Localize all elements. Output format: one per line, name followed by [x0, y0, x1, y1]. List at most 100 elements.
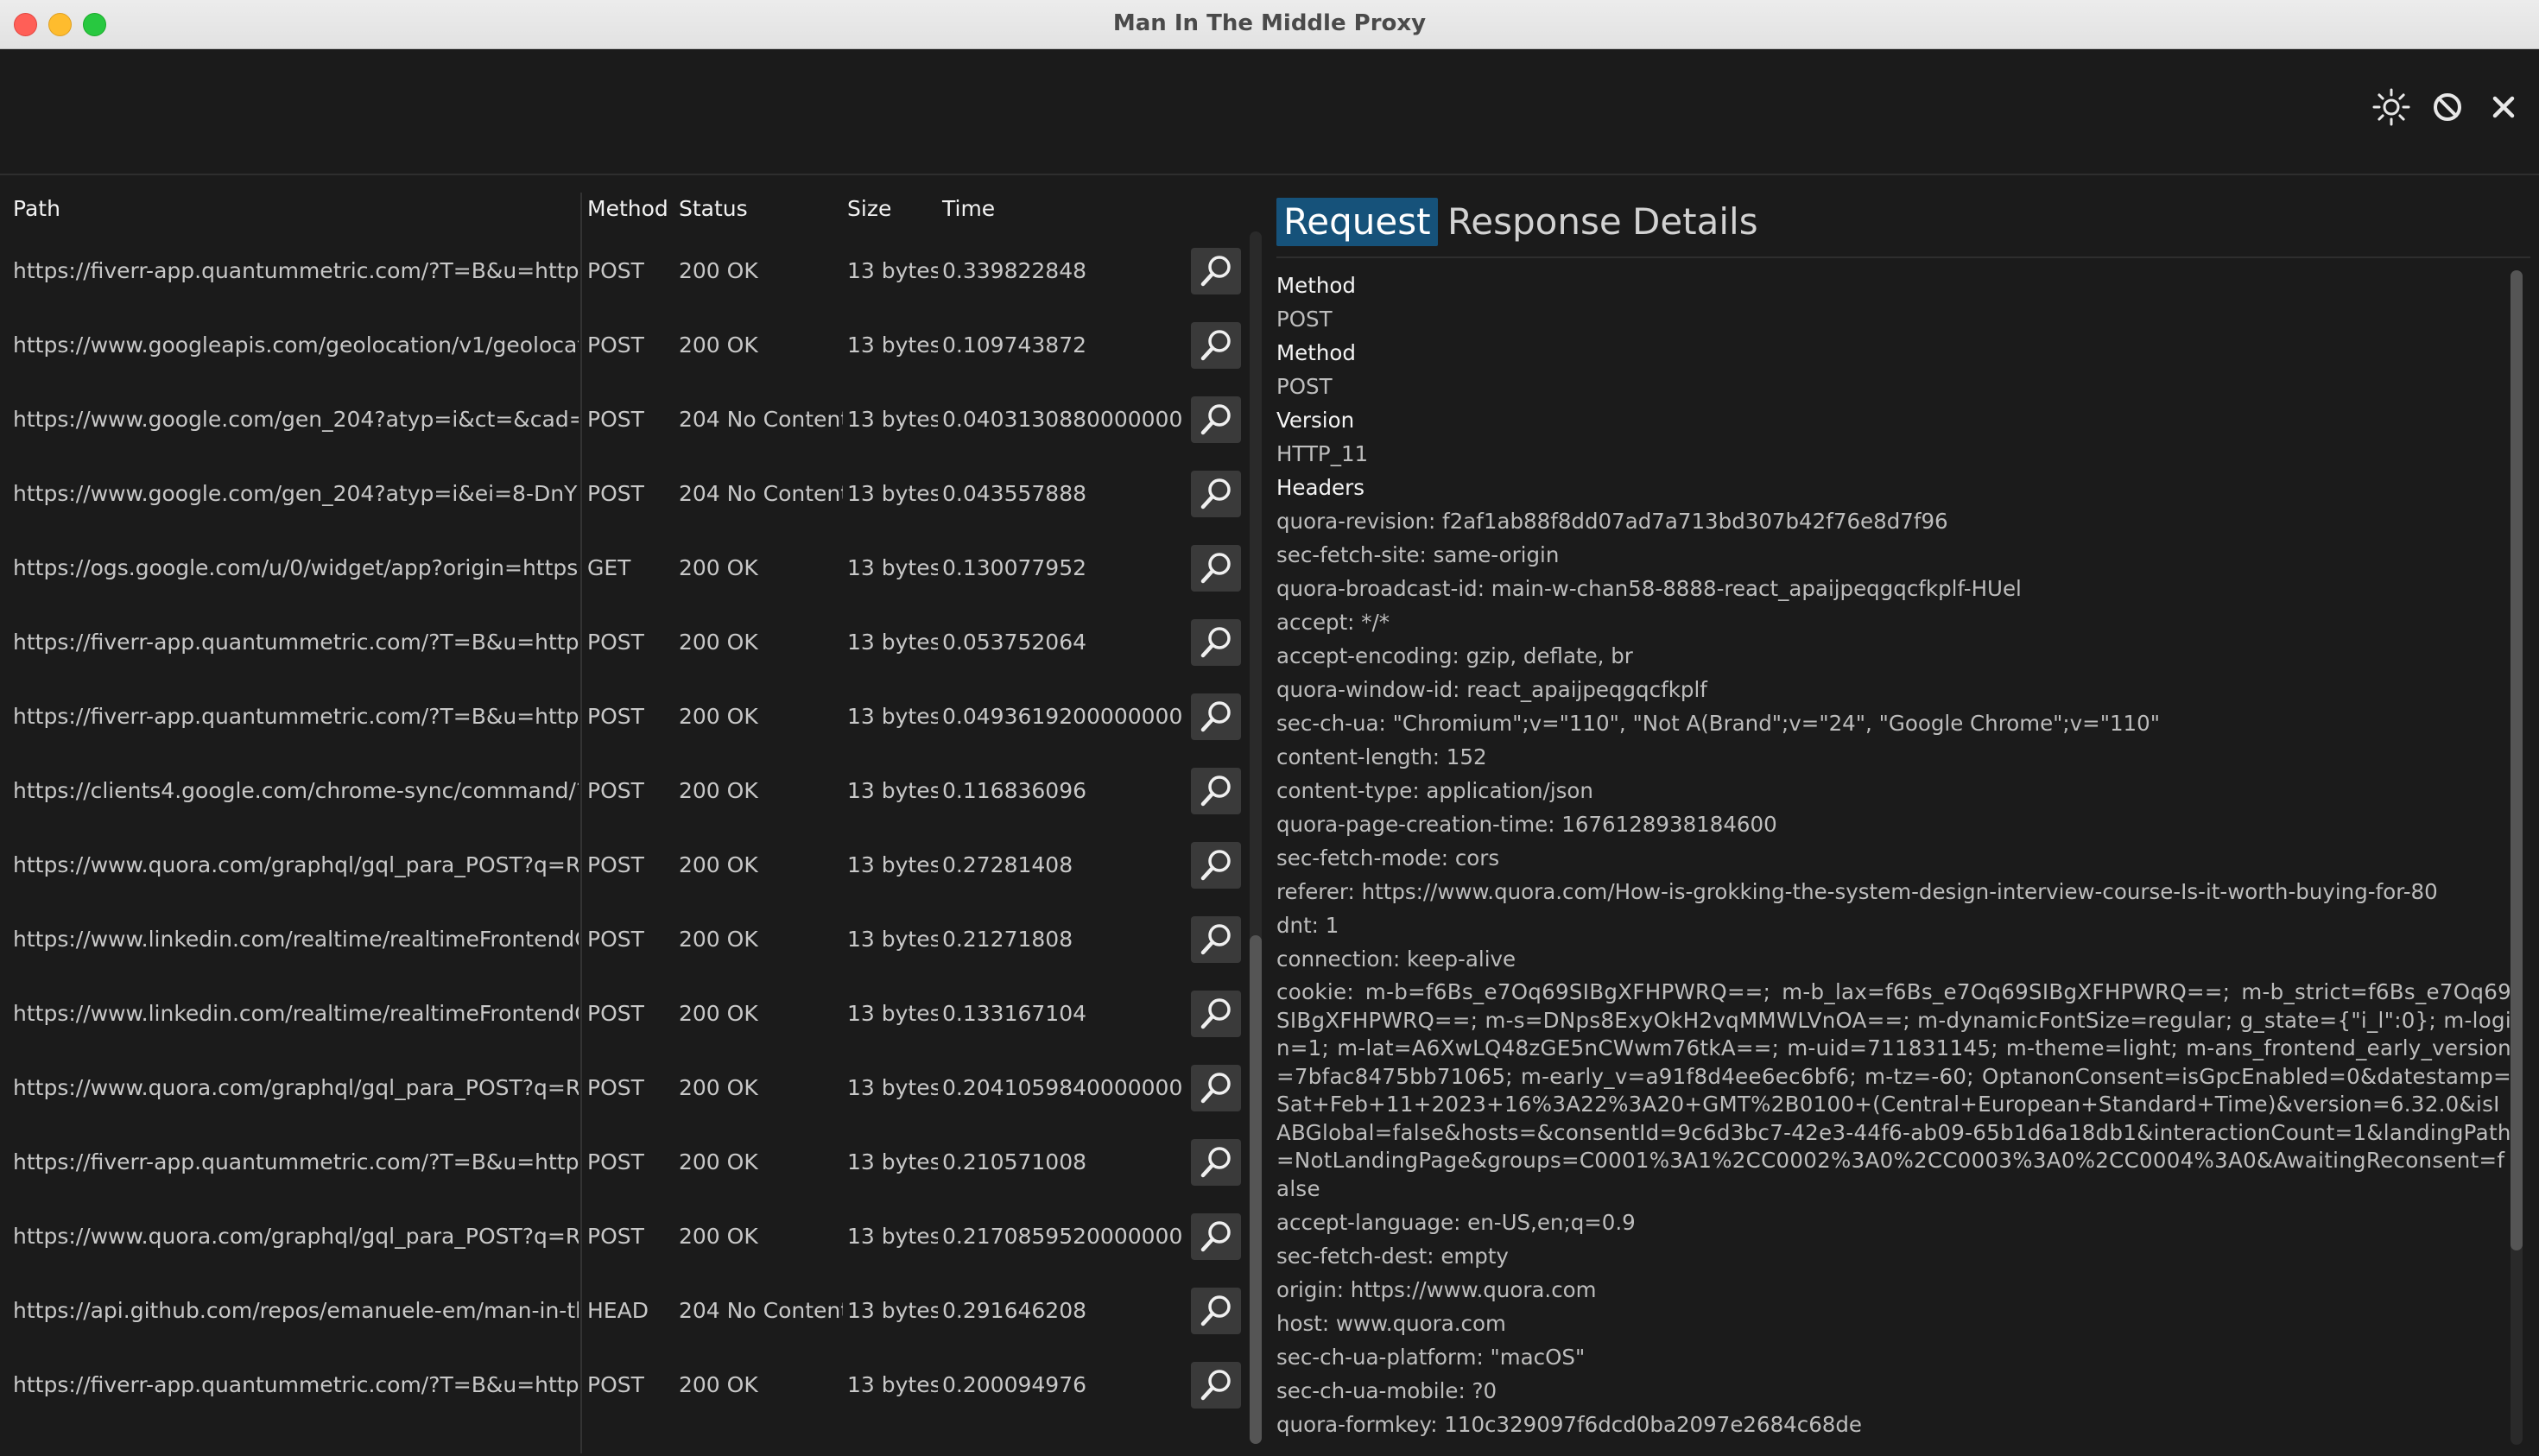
row-path: https://ogs.google.com/u/0/widget/app?or… — [13, 555, 579, 580]
detail-value: sec-ch-ua-platform: "macOS" — [1276, 1345, 1586, 1370]
inspect-button[interactable] — [1191, 1288, 1241, 1334]
table-row[interactable]: https://www.linkedin.com/realtime/realti… — [0, 977, 1244, 1051]
table-row[interactable]: https://www.google.com/gen_204?atyp=i&ei… — [0, 457, 1244, 531]
inspect-button[interactable] — [1191, 1213, 1241, 1260]
inspect-button[interactable] — [1191, 396, 1241, 443]
header-time[interactable]: Time — [942, 196, 995, 221]
tab-details[interactable]: Details — [1625, 198, 1765, 246]
column-divider[interactable] — [580, 193, 582, 1453]
magnifier-icon — [1200, 850, 1231, 881]
inspect-button[interactable] — [1191, 545, 1241, 592]
table-row[interactable]: https://www.google.com/gen_204?atyp=i&ct… — [0, 383, 1244, 457]
table-row[interactable]: https://www.googleapis.com/geolocation/v… — [0, 308, 1244, 383]
row-time: 0.053752064 — [942, 630, 1087, 655]
table-row[interactable]: https://fiverr-app.quantummetric.com/?T=… — [0, 605, 1244, 680]
magnifier-icon — [1200, 404, 1231, 435]
row-method: POST — [587, 332, 644, 358]
inspect-button[interactable] — [1191, 916, 1241, 963]
row-method: GET — [587, 555, 631, 580]
row-status: 200 OK — [679, 1372, 758, 1397]
header-method[interactable]: Method — [587, 196, 668, 221]
inspect-button[interactable] — [1191, 991, 1241, 1037]
magnifier-icon — [1200, 553, 1231, 584]
detail-value: sec-ch-ua-mobile: ?0 — [1276, 1378, 1497, 1403]
header-path[interactable]: Path — [13, 196, 60, 221]
row-size: 13 bytes — [847, 1075, 938, 1100]
tab-request[interactable]: Request — [1276, 198, 1438, 246]
detail-value: sec-fetch-site: same-origin — [1276, 542, 1560, 567]
table-row[interactable]: https://api.github.com/repos/emanuele-em… — [0, 1274, 1244, 1348]
inspect-button[interactable] — [1191, 842, 1241, 889]
detail-value: dnt: 1 — [1276, 913, 1339, 938]
row-status: 200 OK — [679, 1075, 758, 1100]
row-time: 0.291646208 — [942, 1298, 1087, 1323]
table-row[interactable]: https://www.quora.com/graphql/gql_para_P… — [0, 1051, 1244, 1125]
inspect-button[interactable] — [1191, 619, 1241, 666]
inspect-button[interactable] — [1191, 471, 1241, 517]
inspect-button[interactable] — [1191, 248, 1241, 294]
row-method: POST — [587, 481, 644, 506]
table-row[interactable]: https://fiverr-app.quantummetric.com/?T=… — [0, 1125, 1244, 1200]
inspect-button[interactable] — [1191, 1065, 1241, 1111]
row-status: 204 No Content — [679, 481, 843, 506]
row-time: 0.339822848 — [942, 258, 1087, 283]
table-row[interactable]: https://www.quora.com/graphql/gql_para_P… — [0, 1200, 1244, 1274]
table-row[interactable]: https://clients4.google.com/chrome-sync/… — [0, 754, 1244, 828]
row-method: HEAD — [587, 1298, 649, 1323]
table-row[interactable]: https://www.linkedin.com/realtime/realti… — [0, 902, 1244, 977]
row-size: 13 bytes — [847, 630, 938, 655]
row-path: https://www.google.com/gen_204?atyp=i&ei… — [13, 481, 579, 506]
magnifier-icon — [1200, 998, 1231, 1029]
header-size[interactable]: Size — [847, 196, 891, 221]
clear-requests-button[interactable] — [2426, 85, 2469, 129]
detail-value: accept-language: en-US,en;q=0.9 — [1276, 1210, 1636, 1235]
row-status: 204 No Content — [679, 407, 843, 432]
detail-value: quora-window-id: react_apaijpeqgqcfkplf — [1276, 677, 1707, 702]
row-size: 13 bytes — [847, 555, 938, 580]
row-path: https://www.linkedin.com/realtime/realti… — [13, 927, 579, 952]
row-path: https://fiverr-app.quantummetric.com/?T=… — [13, 1372, 579, 1397]
row-size: 13 bytes — [847, 258, 938, 283]
row-time: 0.043557888 — [942, 481, 1087, 506]
table-row[interactable]: https://www.quora.com/graphql/gql_para_P… — [0, 828, 1244, 902]
magnifier-icon — [1200, 924, 1231, 955]
theme-toggle-button[interactable] — [2370, 85, 2413, 129]
row-path: https://www.googleapis.com/geolocation/v… — [13, 332, 579, 358]
close-button[interactable] — [2482, 85, 2525, 129]
row-path: https://fiverr-app.quantummetric.com/?T=… — [13, 1149, 579, 1174]
row-method: POST — [587, 704, 644, 729]
row-path: https://api.github.com/repos/emanuele-em… — [13, 1298, 579, 1323]
row-size: 13 bytes — [847, 704, 938, 729]
table-row[interactable]: https://ogs.google.com/u/0/widget/app?or… — [0, 531, 1244, 605]
row-size: 13 bytes — [847, 778, 938, 803]
details-scrollbar-thumb[interactable] — [2511, 270, 2523, 1250]
inspect-button[interactable] — [1191, 322, 1241, 369]
inspect-button[interactable] — [1191, 693, 1241, 740]
table-row[interactable]: https://fiverr-app.quantummetric.com/?T=… — [0, 680, 1244, 754]
table-scrollbar-thumb[interactable] — [1250, 935, 1262, 1444]
detail-value: host: www.quora.com — [1276, 1311, 1506, 1336]
tabs-divider — [1276, 256, 2530, 258]
header-status[interactable]: Status — [679, 196, 748, 221]
row-size: 13 bytes — [847, 1224, 938, 1249]
table-row[interactable]: https://fiverr-app.quantummetric.com/?T=… — [0, 234, 1244, 308]
detail-value: POST — [1276, 307, 1333, 332]
inspect-button[interactable] — [1191, 768, 1241, 814]
table-row[interactable]: https://fiverr-app.quantummetric.com/?T=… — [0, 1348, 1244, 1422]
row-path: https://www.google.com/gen_204?atyp=i&ct… — [13, 407, 579, 432]
detail-value: accept-encoding: gzip, deflate, br — [1276, 643, 1633, 668]
row-time: 0.20410598400000002 — [942, 1075, 1184, 1100]
row-path: https://www.quora.com/graphql/gql_para_P… — [13, 852, 579, 877]
row-path: https://fiverr-app.quantummetric.com/?T=… — [13, 258, 579, 283]
inspect-button[interactable] — [1191, 1362, 1241, 1409]
row-method: POST — [587, 927, 644, 952]
inspect-button[interactable] — [1191, 1139, 1241, 1186]
row-status: 200 OK — [679, 630, 758, 655]
row-time: 0.27281408 — [942, 852, 1073, 877]
detail-value: sec-ch-ua: "Chromium";v="110", "Not A(Br… — [1276, 711, 2161, 736]
detail-value: sec-fetch-mode: cors — [1276, 845, 1500, 870]
tab-response[interactable]: Response — [1440, 198, 1629, 246]
details-pane: Request Response Details Method POST Metho… — [1268, 175, 2539, 1456]
row-path: https://clients4.google.com/chrome-sync/… — [13, 778, 579, 803]
detail-section-label: Headers — [1276, 475, 1364, 500]
